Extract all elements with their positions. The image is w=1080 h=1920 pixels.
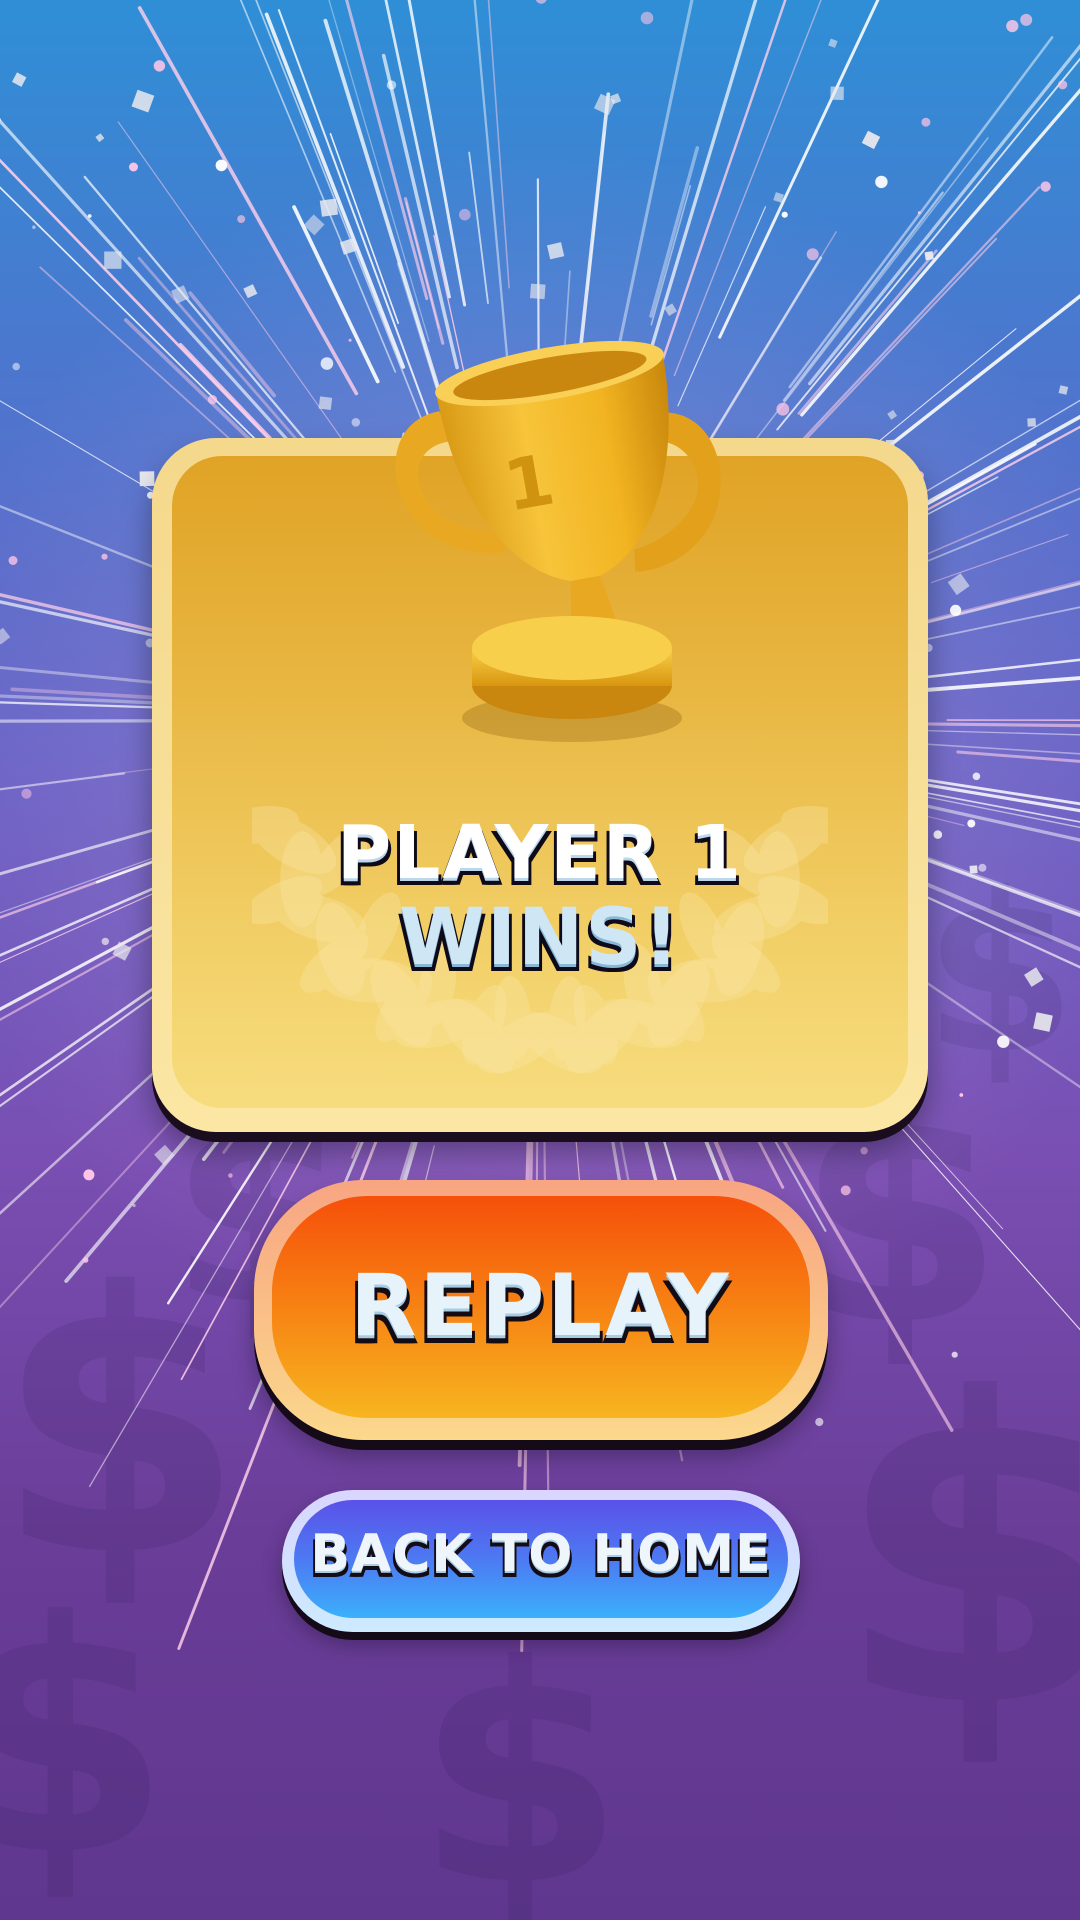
replay-button[interactable]: REPLAY	[254, 1180, 828, 1440]
back-to-home-button-label: BACK TO HOME	[310, 1524, 772, 1584]
trophy-icon: 1	[395, 340, 721, 742]
back-to-home-button[interactable]: BACK TO HOME	[282, 1490, 800, 1632]
replay-button-label: REPLAY	[350, 1256, 732, 1356]
svg-text:$: $	[0, 1554, 171, 1920]
winner-title: PLAYER 1	[337, 810, 743, 896]
winner-subtitle: WINS!	[398, 893, 682, 983]
svg-text:$: $	[416, 1602, 625, 1920]
